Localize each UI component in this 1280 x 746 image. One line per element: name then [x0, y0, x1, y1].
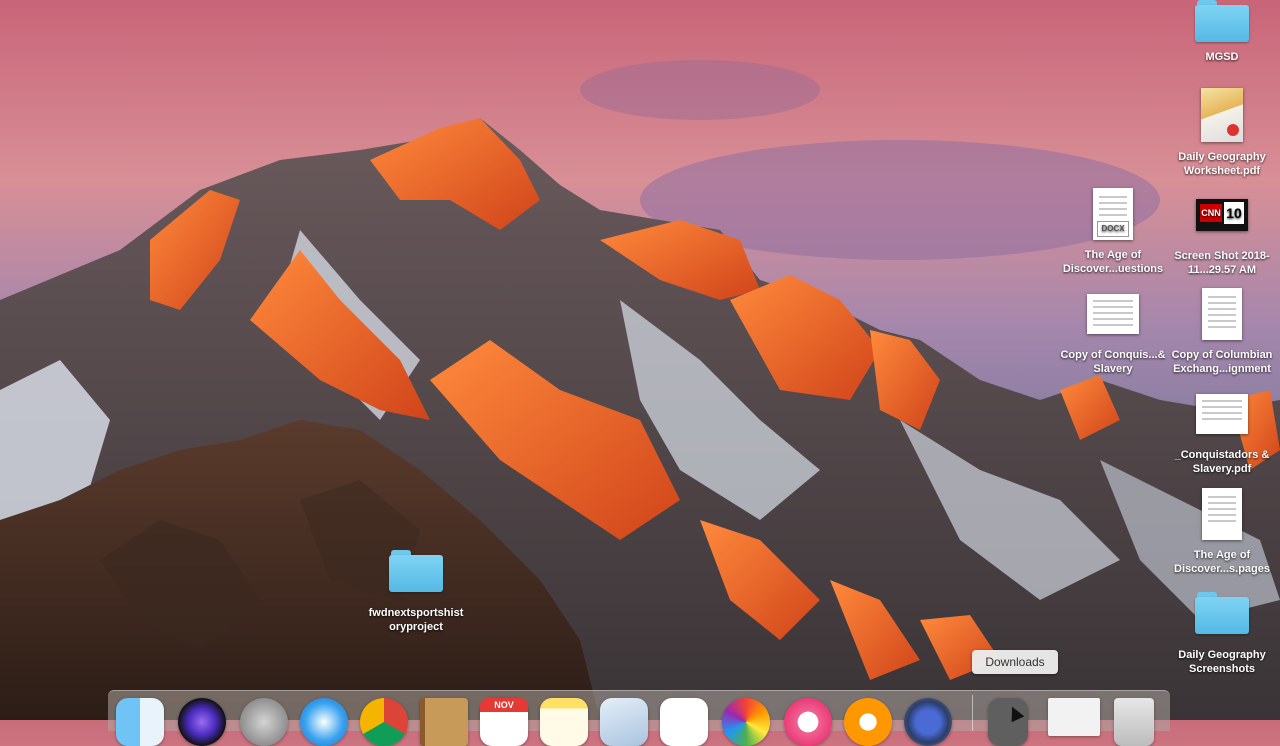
- folder-icon: [389, 550, 443, 592]
- document-thumbnail-icon: [1202, 288, 1242, 340]
- trash-icon[interactable]: [1114, 698, 1154, 746]
- cnn10-number: 10: [1224, 202, 1244, 224]
- desktop-icon-label: The Age of Discover...s.pages: [1174, 549, 1270, 575]
- desktop-icon-label: The Age of Discover...uestions: [1062, 249, 1164, 275]
- downloads-tooltip: Downloads: [972, 650, 1058, 674]
- folder-icon: [1195, 592, 1249, 634]
- docx-file-icon: DOCX: [1093, 188, 1133, 240]
- safari-icon[interactable]: [300, 698, 348, 746]
- desktop-icon-age-of-discovery-pages[interactable]: The Age of Discover...s.pages: [1162, 488, 1280, 576]
- desktop-icon-label: _Conquistadors & Slavery.pdf: [1174, 449, 1270, 475]
- itunes-icon[interactable]: [784, 698, 832, 746]
- cnn-logo: CNN: [1200, 204, 1222, 222]
- docx-tag: DOCX: [1097, 221, 1129, 237]
- desktop-icon-label: Copy of Conquis...& Slavery: [1060, 349, 1166, 375]
- chrome-icon[interactable]: [360, 698, 408, 746]
- finder-icon[interactable]: [116, 698, 164, 746]
- pdf-thumbnail-icon: [1196, 394, 1248, 434]
- calendar-icon[interactable]: NOV: [480, 698, 528, 746]
- desktop-icon-daily-geography-worksheet[interactable]: Daily Geography Worksheet.pdf: [1162, 88, 1280, 178]
- desktop-icon-age-of-discovery-questions[interactable]: DOCX The Age of Discover...uestions: [1053, 188, 1173, 276]
- desktop-icon-label: Daily Geography Worksheet.pdf: [1178, 151, 1266, 177]
- dock-separator: [972, 695, 973, 731]
- desktop-icon-conquistadors-slavery-pdf[interactable]: _Conquistadors & Slavery.pdf: [1162, 394, 1280, 476]
- launchpad-icon[interactable]: [240, 698, 288, 746]
- document-thumbnail-icon: [1087, 294, 1139, 334]
- ibooks-icon[interactable]: [844, 698, 892, 746]
- desktop-icon-label: Daily Geography Screenshots: [1178, 649, 1266, 675]
- documents-stack-icon[interactable]: [1048, 698, 1100, 736]
- desktop-icon-daily-geography-screenshots[interactable]: Daily Geography Screenshots: [1162, 592, 1280, 676]
- pdf-thumbnail-icon: [1201, 88, 1243, 142]
- desktop-icon-screen-shot[interactable]: CNN 10 Screen Shot 2018-11...29.57 AM: [1162, 199, 1280, 277]
- screenshot-icon[interactable]: [904, 698, 952, 746]
- preview-icon[interactable]: [600, 698, 648, 746]
- contacts-icon[interactable]: [420, 698, 468, 746]
- desktop-icon-label: MGSD: [1205, 51, 1239, 63]
- desktop-icon-fwdnextsportshistoryproject[interactable]: fwdnextsportshistoryproject: [356, 550, 476, 634]
- desktop-icon-label: Copy of Columbian Exchang...ignment: [1171, 349, 1273, 375]
- calendar-month: NOV: [480, 698, 528, 712]
- pages-file-icon: [1202, 488, 1242, 540]
- image-thumbnail-icon: CNN 10: [1196, 199, 1248, 231]
- desktop-icon-label: fwdnextsportshistoryproject: [368, 607, 464, 633]
- notes-icon[interactable]: [540, 698, 588, 746]
- desktop-icon-copy-of-columbian-exchange[interactable]: Copy of Columbian Exchang...ignment: [1162, 288, 1280, 376]
- desktop-icon-copy-of-conquistadors[interactable]: Copy of Conquis...& Slavery: [1053, 294, 1173, 376]
- photos-icon[interactable]: [722, 698, 770, 746]
- desktop-icon-mgsd[interactable]: MGSD: [1162, 0, 1280, 64]
- siri-icon[interactable]: [178, 698, 226, 746]
- reminders-icon[interactable]: [660, 698, 708, 746]
- folder-icon: [1195, 0, 1249, 42]
- desktop-icon-label: Screen Shot 2018-11...29.57 AM: [1174, 250, 1270, 276]
- downloads-stack-icon[interactable]: [988, 698, 1028, 746]
